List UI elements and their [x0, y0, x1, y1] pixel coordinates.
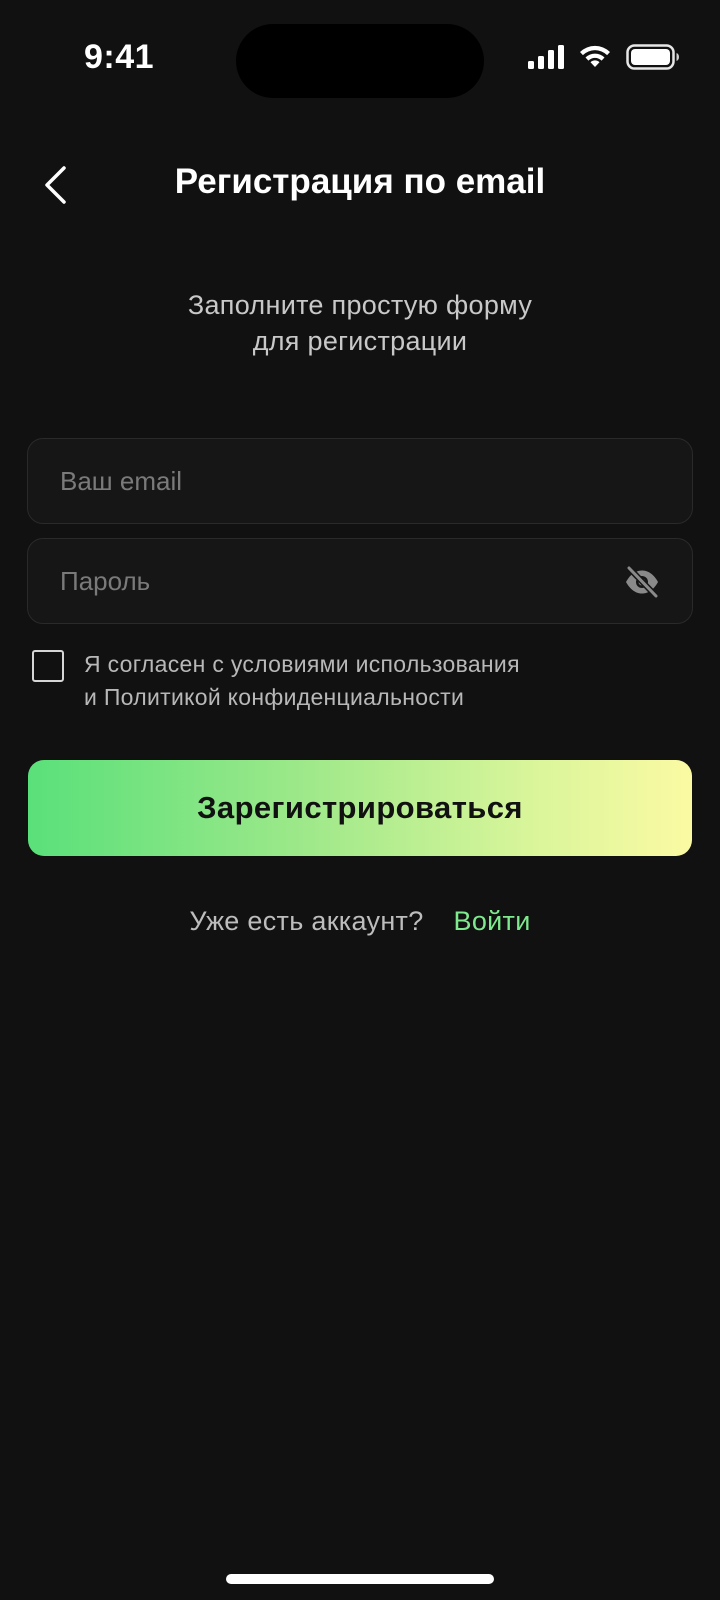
- status-icons: [528, 44, 680, 70]
- home-indicator[interactable]: [226, 1574, 494, 1584]
- subtitle-line-1: Заполните простую форму: [187, 290, 533, 320]
- email-input[interactable]: [60, 439, 620, 523]
- password-input[interactable]: [60, 539, 620, 623]
- battery-icon: [626, 44, 679, 70]
- form-subtitle: Заполните простую форму для регистрации: [0, 287, 720, 359]
- dynamic-island: [236, 24, 484, 98]
- register-button[interactable]: Зарегистрироваться: [28, 760, 692, 856]
- consent-label: Я согласен с условиями использования и П…: [84, 648, 520, 714]
- eye-off-icon[interactable]: [624, 564, 660, 600]
- consent-label-line-2[interactable]: и Политикой конфиденциальности: [84, 681, 520, 714]
- cellular-signal-icon: [528, 45, 564, 69]
- consent-row: Я согласен с условиями использования и П…: [32, 648, 520, 714]
- consent-label-line-1: Я согласен с условиями использования: [84, 651, 520, 677]
- login-link[interactable]: Войти: [454, 906, 531, 936]
- subtitle-line-2: для регистрации: [252, 326, 468, 356]
- status-time: 9:41: [84, 38, 155, 76]
- register-button-label: Зарегистрироваться: [197, 790, 523, 825]
- login-prompt: Уже есть аккаунт? Войти: [0, 906, 720, 937]
- login-question: Уже есть аккаунт?: [189, 906, 424, 936]
- email-field-container: [27, 438, 693, 524]
- wifi-icon: [580, 45, 610, 67]
- password-field-container: [27, 538, 693, 624]
- page-title: Регистрация по email: [174, 162, 546, 201]
- consent-checkbox[interactable]: [32, 650, 64, 682]
